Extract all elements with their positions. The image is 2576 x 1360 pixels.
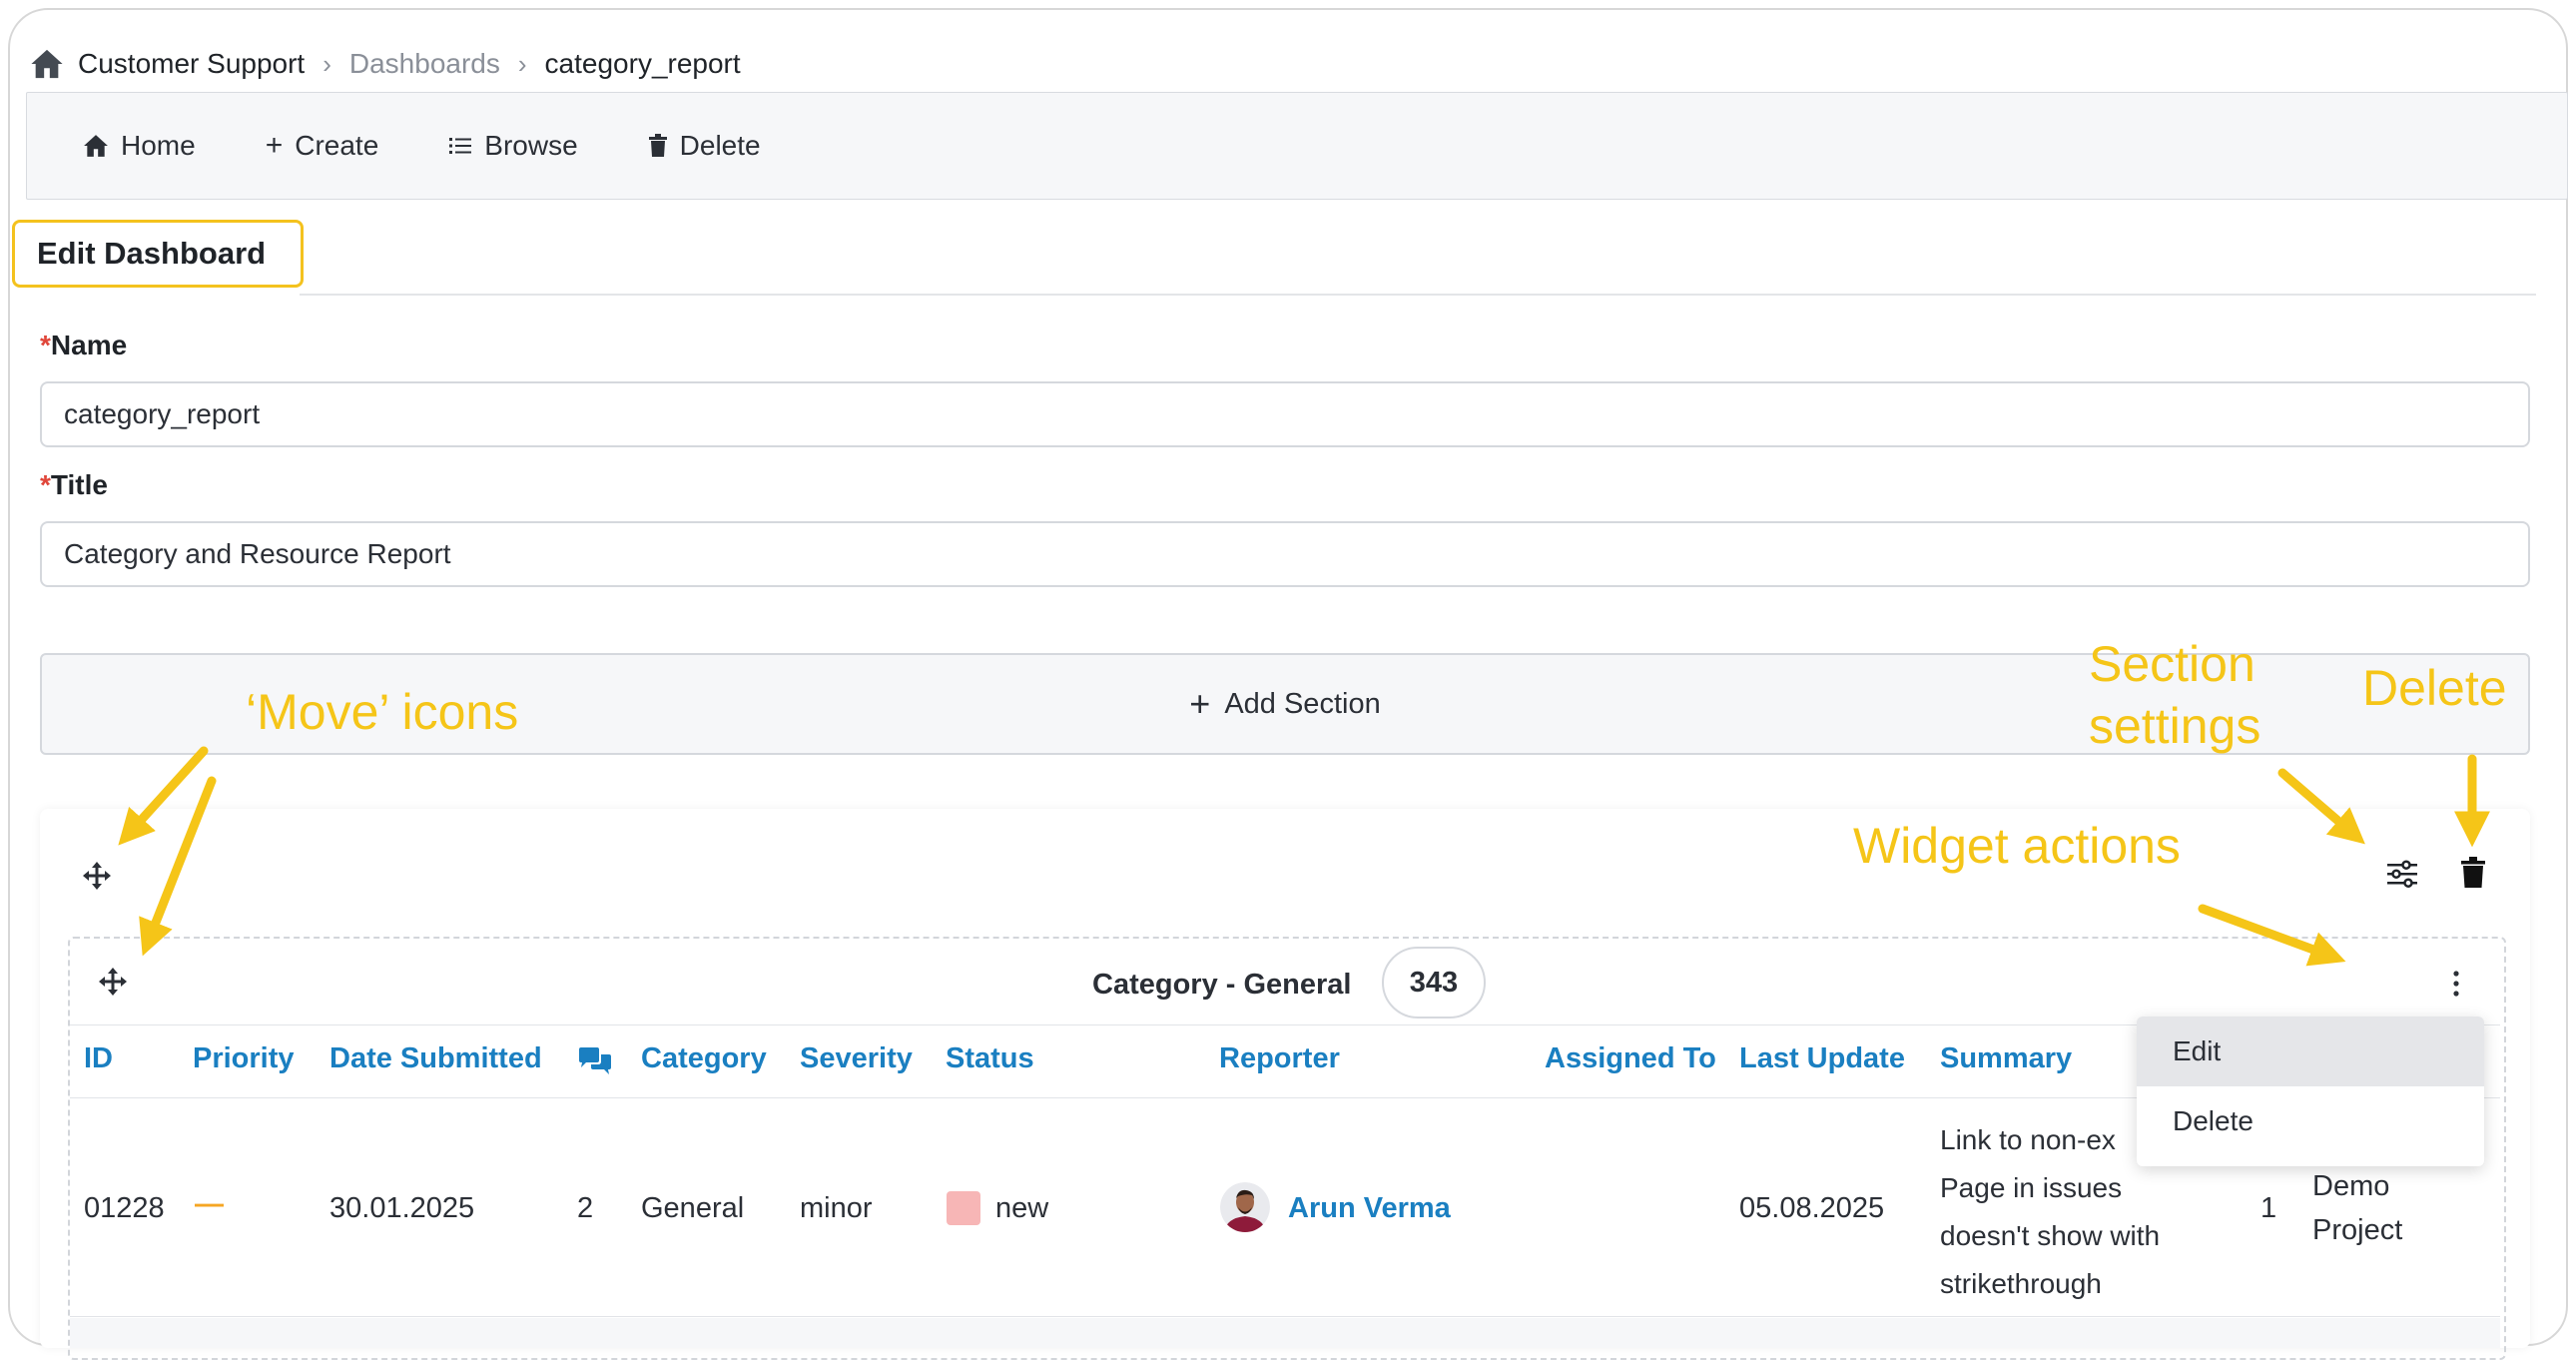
column-header-date-submitted[interactable]: Date Submitted (329, 1042, 542, 1075)
cell-status: new (995, 1192, 1049, 1224)
tab-divider (300, 294, 2536, 296)
kebab-icon[interactable] (2450, 969, 2462, 999)
breadcrumb-root[interactable]: Customer Support (78, 48, 305, 80)
summary-line: Page in issues (1940, 1172, 2123, 1203)
breadcrumb: Customer Support › Dashboards › category… (30, 42, 741, 86)
home-icon[interactable] (30, 48, 64, 80)
title-label-text: Title (50, 469, 108, 500)
column-header-severity[interactable]: Severity (800, 1042, 913, 1075)
nav-delete-label: Delete (679, 130, 761, 161)
column-header-status[interactable]: Status (946, 1042, 1034, 1075)
annotation-move-icons: ‘Move’ icons (246, 684, 519, 740)
title-field[interactable]: Category and Resource Report (40, 521, 2530, 587)
column-header-id[interactable]: ID (84, 1042, 113, 1075)
status-color-swatch (947, 1191, 980, 1225)
next-row-strip (70, 1318, 2500, 1348)
summary-line: strikethrough (1940, 1268, 2102, 1299)
column-header-assigned-to[interactable]: Assigned To (1545, 1042, 1716, 1075)
cell-category: General (641, 1192, 745, 1224)
menu-item-edit[interactable]: Edit (2137, 1017, 2484, 1086)
toolbar: Home + Create Browse Delete (26, 92, 2568, 200)
nav-create[interactable]: + Create (266, 129, 379, 163)
tab-edit-dashboard[interactable]: Edit Dashboard (12, 220, 304, 288)
cell-severity: minor (800, 1192, 873, 1224)
breadcrumb-current: category_report (544, 48, 741, 79)
name-label-text: Name (50, 330, 128, 360)
column-header-category[interactable]: Category (641, 1042, 767, 1075)
title-field-value: Category and Resource Report (64, 538, 451, 569)
name-field[interactable]: category_report (40, 381, 2530, 447)
home-icon (84, 135, 108, 157)
annotation-delete: Delete (2362, 660, 2507, 716)
cell-date-submitted: 30.01.2025 (329, 1192, 475, 1224)
row-divider (70, 1316, 2500, 1317)
trash-icon[interactable] (2460, 857, 2486, 889)
cell-number: 1 (2260, 1192, 2277, 1224)
avatar (1220, 1182, 1270, 1232)
breadcrumb-dashboards[interactable]: Dashboards (349, 48, 500, 80)
comments-icon[interactable] (577, 1046, 613, 1076)
nav-home[interactable]: Home (83, 130, 196, 162)
annotation-widget-actions: Widget actions (1853, 818, 2181, 874)
project-line: Demo (2312, 1170, 2390, 1202)
nav-delete[interactable]: Delete (648, 130, 761, 162)
name-label: *Name (40, 330, 127, 361)
tab-edit-dashboard-label: Edit Dashboard (37, 236, 267, 271)
title-label: *Title (40, 469, 108, 501)
plus-icon: + (1189, 683, 1211, 724)
chevron-right-icon: › (517, 48, 527, 79)
nav-create-label: Create (295, 130, 379, 161)
name-field-value: category_report (64, 398, 261, 429)
trash-icon (648, 134, 667, 157)
list-icon (449, 138, 472, 154)
add-section-label: Add Section (1224, 687, 1381, 720)
cell-summary[interactable]: Link to non-ex Page in issues doesn't sh… (1940, 1116, 2160, 1308)
column-header-summary[interactable]: Summary (1940, 1042, 2072, 1075)
required-marker: * (40, 469, 51, 500)
summary-line: doesn't show with (1940, 1220, 2161, 1251)
menu-item-delete[interactable]: Delete (2137, 1086, 2484, 1156)
cell-id[interactable]: 01228 (84, 1192, 165, 1225)
cell-last-update: 05.08.2025 (1739, 1192, 1885, 1224)
annotation-section-settings-2: settings (2089, 698, 2261, 754)
column-header-reporter[interactable]: Reporter (1219, 1042, 1340, 1075)
nav-browse[interactable]: Browse (448, 130, 578, 162)
plus-icon: + (265, 129, 284, 162)
reporter-link[interactable]: Arun Verma (1288, 1192, 1451, 1225)
count-badge: 343 (1382, 947, 1486, 1019)
chevron-right-icon: › (322, 48, 331, 79)
column-header-priority[interactable]: Priority (193, 1042, 295, 1075)
summary-line: Link to non-ex (1940, 1124, 2116, 1155)
nav-browse-label: Browse (484, 130, 578, 161)
annotation-section-settings-1: Section (2089, 636, 2255, 692)
column-header-last-update[interactable]: Last Update (1739, 1042, 1905, 1075)
nav-home-label: Home (121, 130, 196, 161)
cell-project: Demo Project (2312, 1164, 2402, 1252)
widget-actions-menu: Edit Delete (2137, 1017, 2484, 1166)
required-marker: * (40, 330, 51, 360)
widget-title: Category - General (1092, 968, 1352, 1001)
sliders-icon[interactable] (2386, 859, 2418, 889)
move-icon[interactable] (98, 967, 128, 997)
cell-priority: — (195, 1188, 224, 1220)
project-line: Project (2312, 1214, 2403, 1246)
cell-notes-count: 2 (577, 1192, 594, 1224)
move-icon[interactable] (82, 861, 112, 891)
